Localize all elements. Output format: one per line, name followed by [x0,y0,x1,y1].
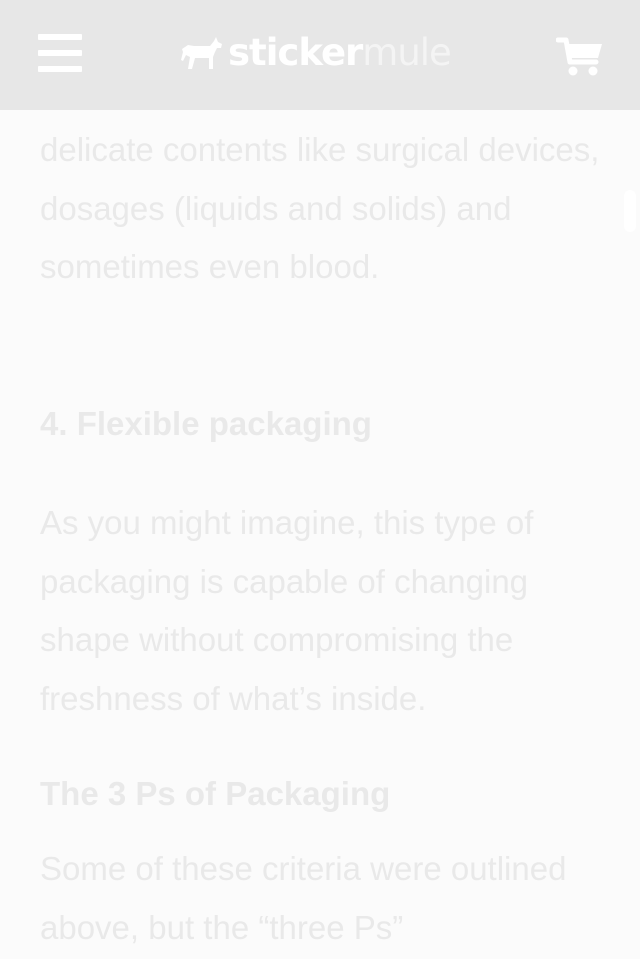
cart-glyph [555,37,602,76]
stickermule-logo[interactable]: stickermule [180,28,452,78]
logo-wordmark: stickermule [228,28,452,78]
article-paragraph: Some of these criteria were outlined abo… [40,850,567,946]
section-heading-flexible-packaging: 4. Flexible packaging [40,405,372,442]
article-paragraph: As you might imagine, this type of packa… [40,504,534,717]
menu-line [38,34,82,40]
article-paragraph: delicate contents like surgical devices,… [40,131,600,285]
menu-line [38,50,82,56]
shopping-cart-icon[interactable] [555,36,604,78]
menu-line [38,66,82,72]
mule-logo-icon [181,37,222,69]
logo-word-sticker: sticker [228,31,363,74]
hamburger-menu-icon[interactable] [38,34,82,72]
top-navigation-bar: stickermule [0,0,640,110]
scrollbar-thumb[interactable] [624,190,636,232]
logo-word-mule: mule [362,31,452,74]
section-heading-3ps: The 3 Ps of Packaging [40,775,391,812]
